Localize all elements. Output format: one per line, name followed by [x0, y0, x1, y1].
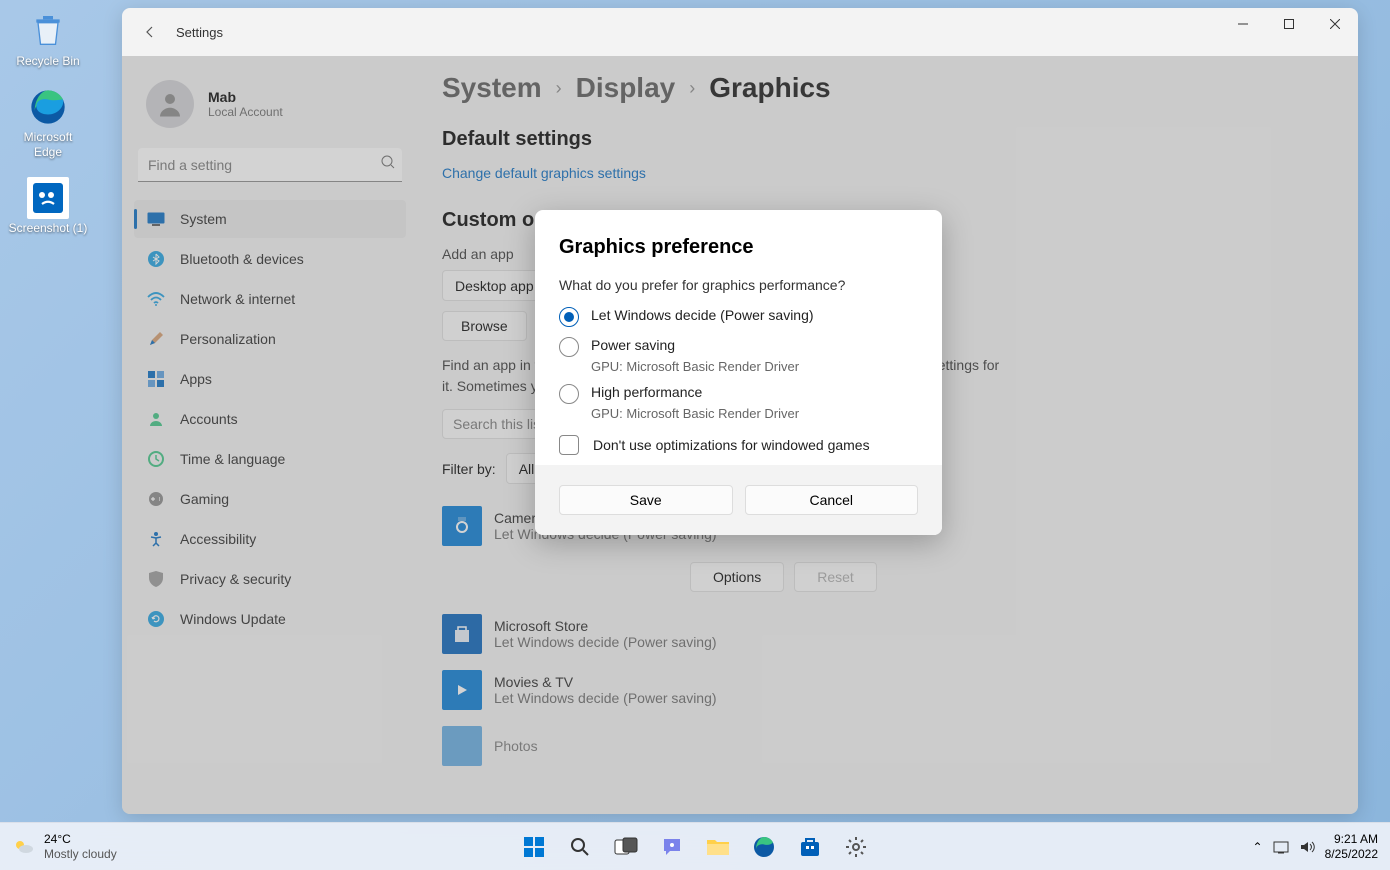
system-tray[interactable] — [1273, 839, 1315, 855]
dialog-subtitle: What do you prefer for graphics performa… — [559, 277, 918, 293]
desktop-icon-edge[interactable]: Microsoft Edge — [8, 86, 88, 159]
temperature: 24°C — [44, 832, 117, 846]
radio-high-performance[interactable]: High performance — [559, 384, 918, 404]
recycle-bin-icon — [27, 10, 69, 52]
radio-sublabel: GPU: Microsoft Basic Render Driver — [591, 406, 918, 421]
radio-icon — [559, 337, 579, 357]
window-controls — [1220, 8, 1358, 40]
taskbar: 24°C Mostly cloudy ⌃ 9:21 AM 8/25/2022 — [0, 822, 1390, 870]
radio-label: Let Windows decide (Power saving) — [591, 307, 814, 323]
desktop-icon-screenshot[interactable]: Screenshot (1) — [8, 177, 88, 235]
titlebar: Settings — [122, 8, 1358, 56]
close-button[interactable] — [1312, 8, 1358, 40]
radio-power-saving[interactable]: Power saving — [559, 337, 918, 357]
store-button[interactable] — [790, 827, 830, 867]
weather-icon — [12, 835, 36, 859]
screenshot-icon — [27, 177, 69, 219]
radio-label: Power saving — [591, 337, 675, 353]
save-button[interactable]: Save — [559, 485, 733, 515]
settings-button[interactable] — [836, 827, 876, 867]
radio-icon — [559, 307, 579, 327]
taskbar-clock[interactable]: 9:21 AM 8/25/2022 — [1325, 832, 1378, 861]
graphics-preference-dialog: Graphics preference What do you prefer f… — [535, 210, 942, 535]
maximize-button[interactable] — [1266, 8, 1312, 40]
chat-button[interactable] — [652, 827, 692, 867]
edge-button[interactable] — [744, 827, 784, 867]
radio-let-windows-decide[interactable]: Let Windows decide (Power saving) — [559, 307, 918, 327]
taskview-button[interactable] — [606, 827, 646, 867]
radio-icon — [559, 384, 579, 404]
desktop-icons: Recycle Bin Microsoft Edge Screenshot (1… — [8, 10, 88, 254]
desktop-icon-label: Screenshot (1) — [9, 221, 88, 235]
explorer-button[interactable] — [698, 827, 738, 867]
window-title: Settings — [176, 25, 223, 40]
radio-sublabel: GPU: Microsoft Basic Render Driver — [591, 359, 918, 374]
desktop-icon-label: Recycle Bin — [16, 54, 79, 68]
taskbar-center — [514, 827, 876, 867]
radio-label: High performance — [591, 384, 702, 400]
checkbox-icon — [559, 435, 579, 455]
minimize-button[interactable] — [1220, 8, 1266, 40]
desktop-icon-label: Microsoft Edge — [8, 130, 88, 159]
desktop-icon-recycle-bin[interactable]: Recycle Bin — [8, 10, 88, 68]
weather-desc: Mostly cloudy — [44, 847, 117, 861]
checkbox-windowed-games[interactable]: Don't use optimizations for windowed gam… — [559, 435, 918, 455]
start-button[interactable] — [514, 827, 554, 867]
clock-time: 9:21 AM — [1325, 832, 1378, 846]
checkbox-label: Don't use optimizations for windowed gam… — [593, 437, 870, 453]
search-button[interactable] — [560, 827, 600, 867]
clock-date: 8/25/2022 — [1325, 847, 1378, 861]
tray-chevron-icon[interactable]: ⌃ — [1253, 840, 1263, 854]
taskbar-weather[interactable]: 24°C Mostly cloudy — [0, 832, 117, 861]
network-tray-icon — [1273, 839, 1289, 855]
volume-tray-icon — [1299, 839, 1315, 855]
edge-icon — [27, 86, 69, 128]
dialog-title: Graphics preference — [559, 236, 918, 259]
cancel-button[interactable]: Cancel — [745, 485, 919, 515]
back-button[interactable] — [138, 20, 162, 44]
taskbar-right: ⌃ 9:21 AM 8/25/2022 — [1253, 832, 1390, 861]
